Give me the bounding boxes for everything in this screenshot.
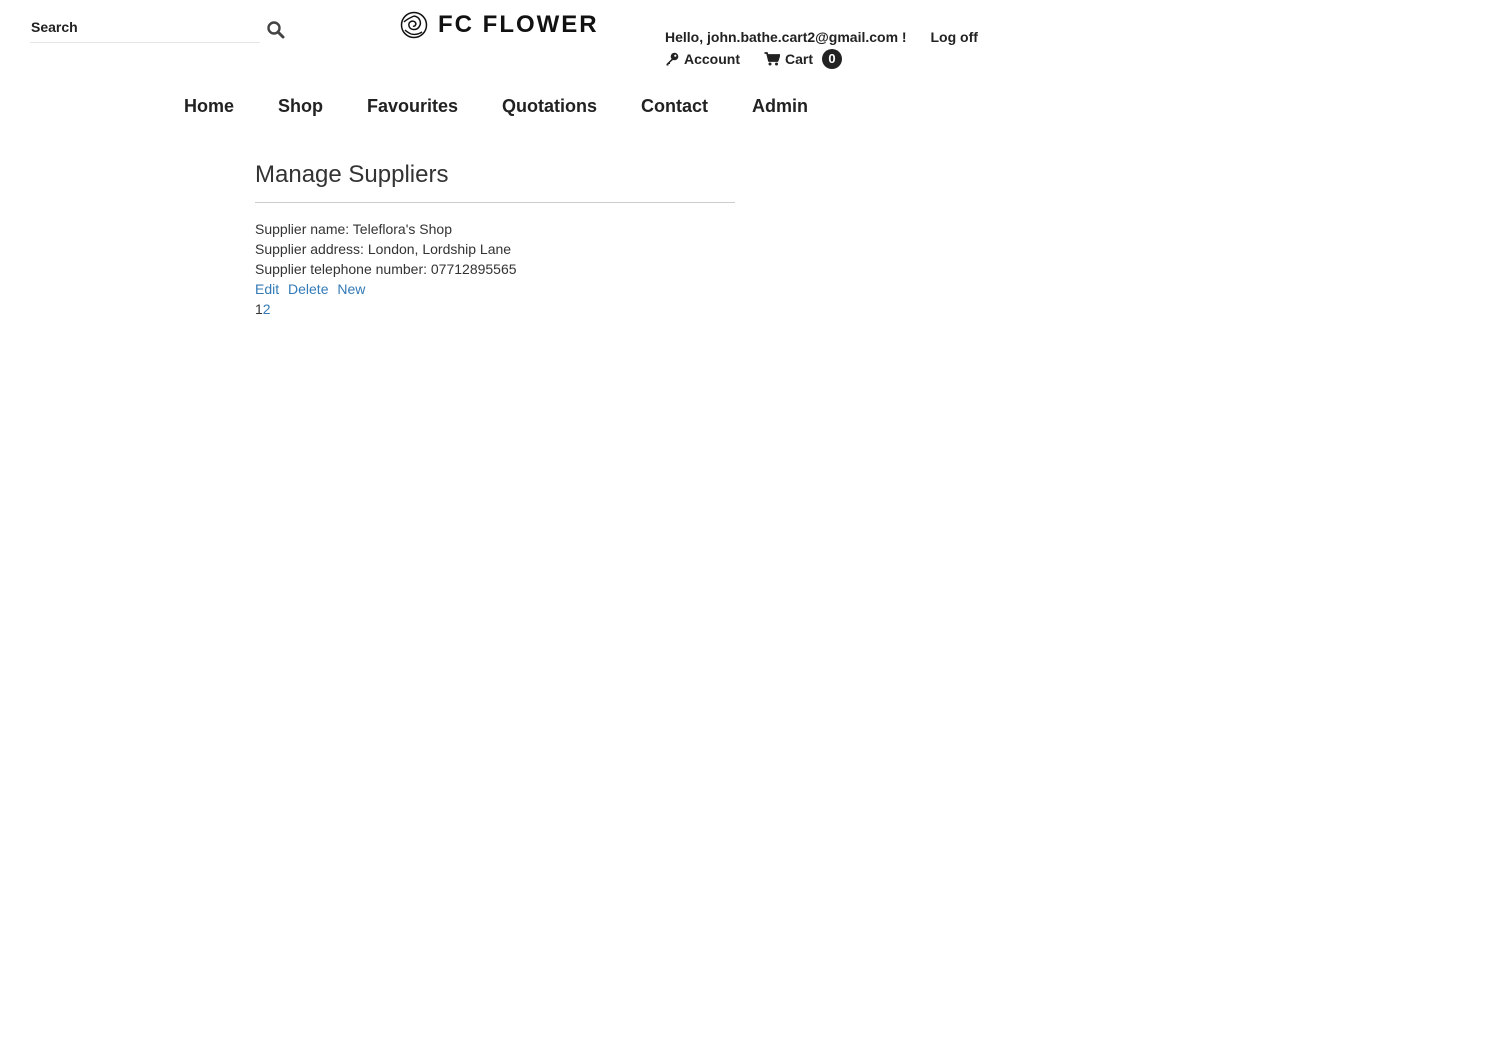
nav-item-favourites[interactable]: Favourites <box>367 94 458 118</box>
nav-item-admin[interactable]: Admin <box>752 94 808 118</box>
nav-item-contact[interactable]: Contact <box>641 94 708 118</box>
cart-link[interactable]: Cart 0 <box>764 49 843 69</box>
search-box <box>30 14 260 43</box>
main-nav: Home Shop Favourites Quotations Contact … <box>184 94 852 118</box>
search-button[interactable] <box>266 20 286 40</box>
delete-link[interactable]: Delete <box>288 281 328 297</box>
site-header: FC FLOWER Hello, john.bathe.cart2@gmail.… <box>0 0 1490 140</box>
nav-item-shop[interactable]: Shop <box>278 94 323 118</box>
supplier-phone: Supplier telephone number: 07712895565 <box>255 261 517 277</box>
main-content: Manage Suppliers Supplier name: Teleflor… <box>255 158 735 319</box>
nav-item-quotations[interactable]: Quotations <box>502 94 597 118</box>
new-link[interactable]: New <box>337 281 365 297</box>
account-link[interactable]: Account <box>665 51 740 67</box>
account-label: Account <box>684 51 740 67</box>
supplier-details: Supplier name: Teleflora's Shop Supplier… <box>255 219 735 319</box>
cart-icon <box>764 52 780 66</box>
cart-label: Cart <box>785 51 814 67</box>
page-link-2[interactable]: 2 <box>263 301 271 317</box>
search-icon <box>267 21 285 39</box>
user-greeting: Hello, john.bathe.cart2@gmail.com ! <box>665 29 907 45</box>
logoff-link[interactable]: Log off <box>930 29 977 45</box>
cart-count-badge: 0 <box>822 49 843 69</box>
supplier-actions: Edit Delete New <box>255 279 735 299</box>
supplier-name: Supplier name: Teleflora's Shop <box>255 221 452 237</box>
nav-item-home[interactable]: Home <box>184 94 234 118</box>
user-area: Hello, john.bathe.cart2@gmail.com ! Log … <box>665 29 978 69</box>
page-current: 1 <box>255 301 263 317</box>
edit-link[interactable]: Edit <box>255 281 279 297</box>
pagination: 12 <box>255 299 735 319</box>
search-input[interactable] <box>30 14 251 40</box>
key-icon <box>666 52 679 66</box>
rose-icon <box>400 11 428 39</box>
logo-text: FC FLOWER <box>438 11 599 38</box>
page-title: Manage Suppliers <box>255 158 735 203</box>
site-logo[interactable]: FC FLOWER <box>400 10 599 40</box>
supplier-address: Supplier address: London, Lordship Lane <box>255 241 512 257</box>
